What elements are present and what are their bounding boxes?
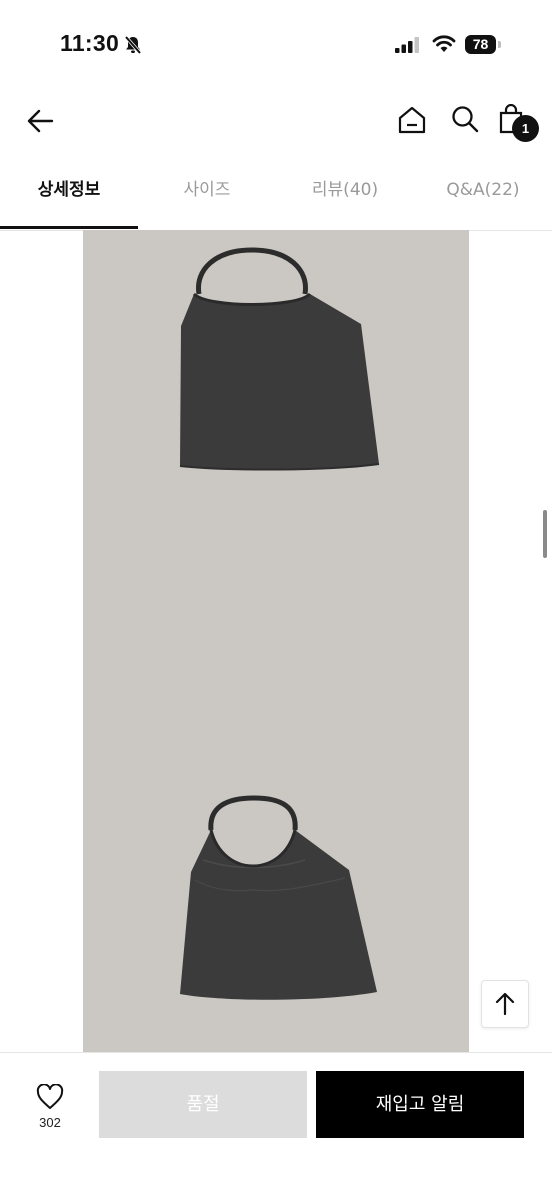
battery-tip: [498, 41, 501, 48]
product-detail-image: [83, 230, 469, 1052]
scrollbar-thumb[interactable]: [543, 510, 547, 558]
app-header: [0, 92, 552, 150]
heart-icon[interactable]: [26, 1083, 74, 1114]
halter-top-back: [180, 795, 377, 1000]
wifi-icon: [432, 35, 456, 57]
like-count: 302: [39, 1115, 61, 1130]
status-time: 11:30: [60, 30, 120, 56]
tab-bar: 상세정보 사이즈 리뷰(40) Q&A(22): [0, 160, 552, 231]
tab-size[interactable]: 사이즈: [138, 160, 276, 230]
arrow-up-icon[interactable]: [481, 980, 529, 1028]
arrow-left-icon[interactable]: [24, 104, 58, 142]
bell-slash-icon: [123, 35, 143, 59]
active-tab-indicator: [0, 226, 138, 229]
cellular-signal-icon: [395, 37, 421, 57]
status-bar: 11:30 78: [0, 0, 552, 92]
soldout-button[interactable]: 품절: [99, 1071, 307, 1138]
battery-level: 78: [465, 35, 496, 54]
tab-reviews[interactable]: 리뷰(40): [276, 160, 414, 230]
halter-top-front: [179, 247, 380, 471]
search-icon[interactable]: [450, 104, 480, 138]
restock-alert-button[interactable]: 재입고 알림: [316, 1071, 524, 1138]
cart-count-badge: 1: [512, 115, 539, 142]
home-icon[interactable]: [396, 104, 428, 140]
tab-qna[interactable]: Q&A(22): [414, 160, 552, 230]
tab-detail[interactable]: 상세정보: [0, 160, 138, 230]
